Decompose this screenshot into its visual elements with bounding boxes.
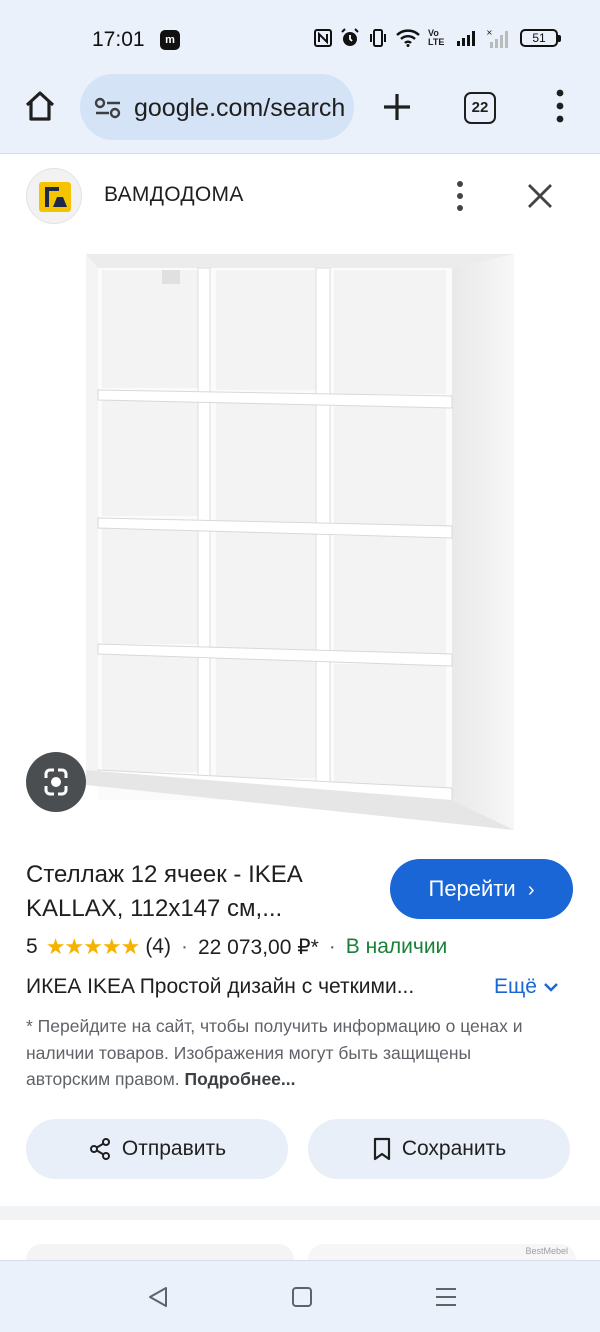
status-icons: Vo LTE × 51 (314, 28, 561, 48)
nav-home-icon[interactable] (292, 1287, 312, 1307)
separator-dot: · (328, 935, 336, 958)
browser-toolbar: google.com/search 22 (0, 70, 600, 154)
system-nav-bar (0, 1260, 600, 1332)
disclaimer: * Перейдите на сайт, чтобы получить инфо… (26, 1013, 546, 1093)
status-bar: 17:01 m Vo LTE × 51 (0, 0, 600, 70)
product-description: ИКЕА IKEA Простой дизайн с четкими... (26, 975, 415, 998)
learn-more-link[interactable]: Подробнее... (185, 1069, 296, 1089)
new-tab-icon[interactable] (380, 90, 414, 124)
share-icon (89, 1138, 110, 1160)
back-icon[interactable] (146, 1285, 170, 1309)
app-notification-icon: m (160, 30, 180, 50)
related-watermark: BestMebel (525, 1246, 568, 1256)
availability-status: В наличии (345, 935, 448, 958)
more-button[interactable]: Ещё (494, 975, 559, 999)
rating-value: 5 (26, 935, 38, 958)
product-title[interactable]: Стеллаж 12 ячеек - IKEA KALLAX, 112x147 … (26, 858, 366, 926)
vibrate-icon (370, 29, 386, 47)
product-image[interactable] (80, 240, 520, 840)
lens-icon (44, 768, 68, 796)
visit-button-label: Перейти (428, 876, 516, 901)
close-icon[interactable] (524, 180, 556, 212)
save-button[interactable]: Сохранить (308, 1119, 570, 1179)
battery-icon: 51 (520, 29, 561, 47)
source-name[interactable]: ВАМДОДОМА (104, 183, 244, 207)
alarm-icon (341, 28, 359, 46)
status-time: 17:01 (92, 28, 145, 51)
separator-dot: · (180, 935, 188, 958)
wifi-icon (396, 29, 420, 47)
tab-switcher-button[interactable]: 22 (464, 92, 496, 124)
site-logo[interactable] (26, 168, 82, 224)
save-label: Сохранить (401, 1137, 507, 1160)
signal-2-icon: × (486, 28, 508, 48)
more-label: Ещё (494, 975, 537, 998)
review-count: (4) (145, 935, 171, 958)
star-rating-icon: ★★★★★ (45, 934, 141, 959)
more-vert-icon[interactable] (550, 88, 570, 124)
site-settings-icon[interactable] (94, 96, 122, 120)
volte-icon: Vo LTE (428, 28, 445, 47)
home-icon[interactable] (22, 88, 58, 124)
section-divider (0, 1206, 600, 1220)
chevron-right-icon: › (527, 879, 535, 901)
visit-button[interactable]: Перейти › (390, 859, 573, 919)
nfc-icon (314, 29, 332, 47)
rating-row: 5 ★★★★★ (4) · 22 073,00 ₽* · В наличии (26, 934, 447, 960)
google-lens-button[interactable] (26, 752, 86, 812)
vamdodoma-logo-icon (39, 182, 71, 212)
product-price: 22 073,00 ₽* (197, 935, 319, 959)
signal-icon (457, 31, 475, 46)
share-label: Отправить (121, 1137, 227, 1160)
bookmark-icon (373, 1137, 390, 1161)
more-options-icon[interactable] (448, 178, 472, 214)
svg-text:×: × (486, 28, 493, 37)
url-text: google.com/search (134, 94, 346, 122)
recents-icon[interactable] (434, 1285, 458, 1309)
share-button[interactable]: Отправить (26, 1119, 288, 1179)
address-bar[interactable]: google.com/search (80, 74, 354, 140)
chevron-down-icon (544, 983, 558, 992)
